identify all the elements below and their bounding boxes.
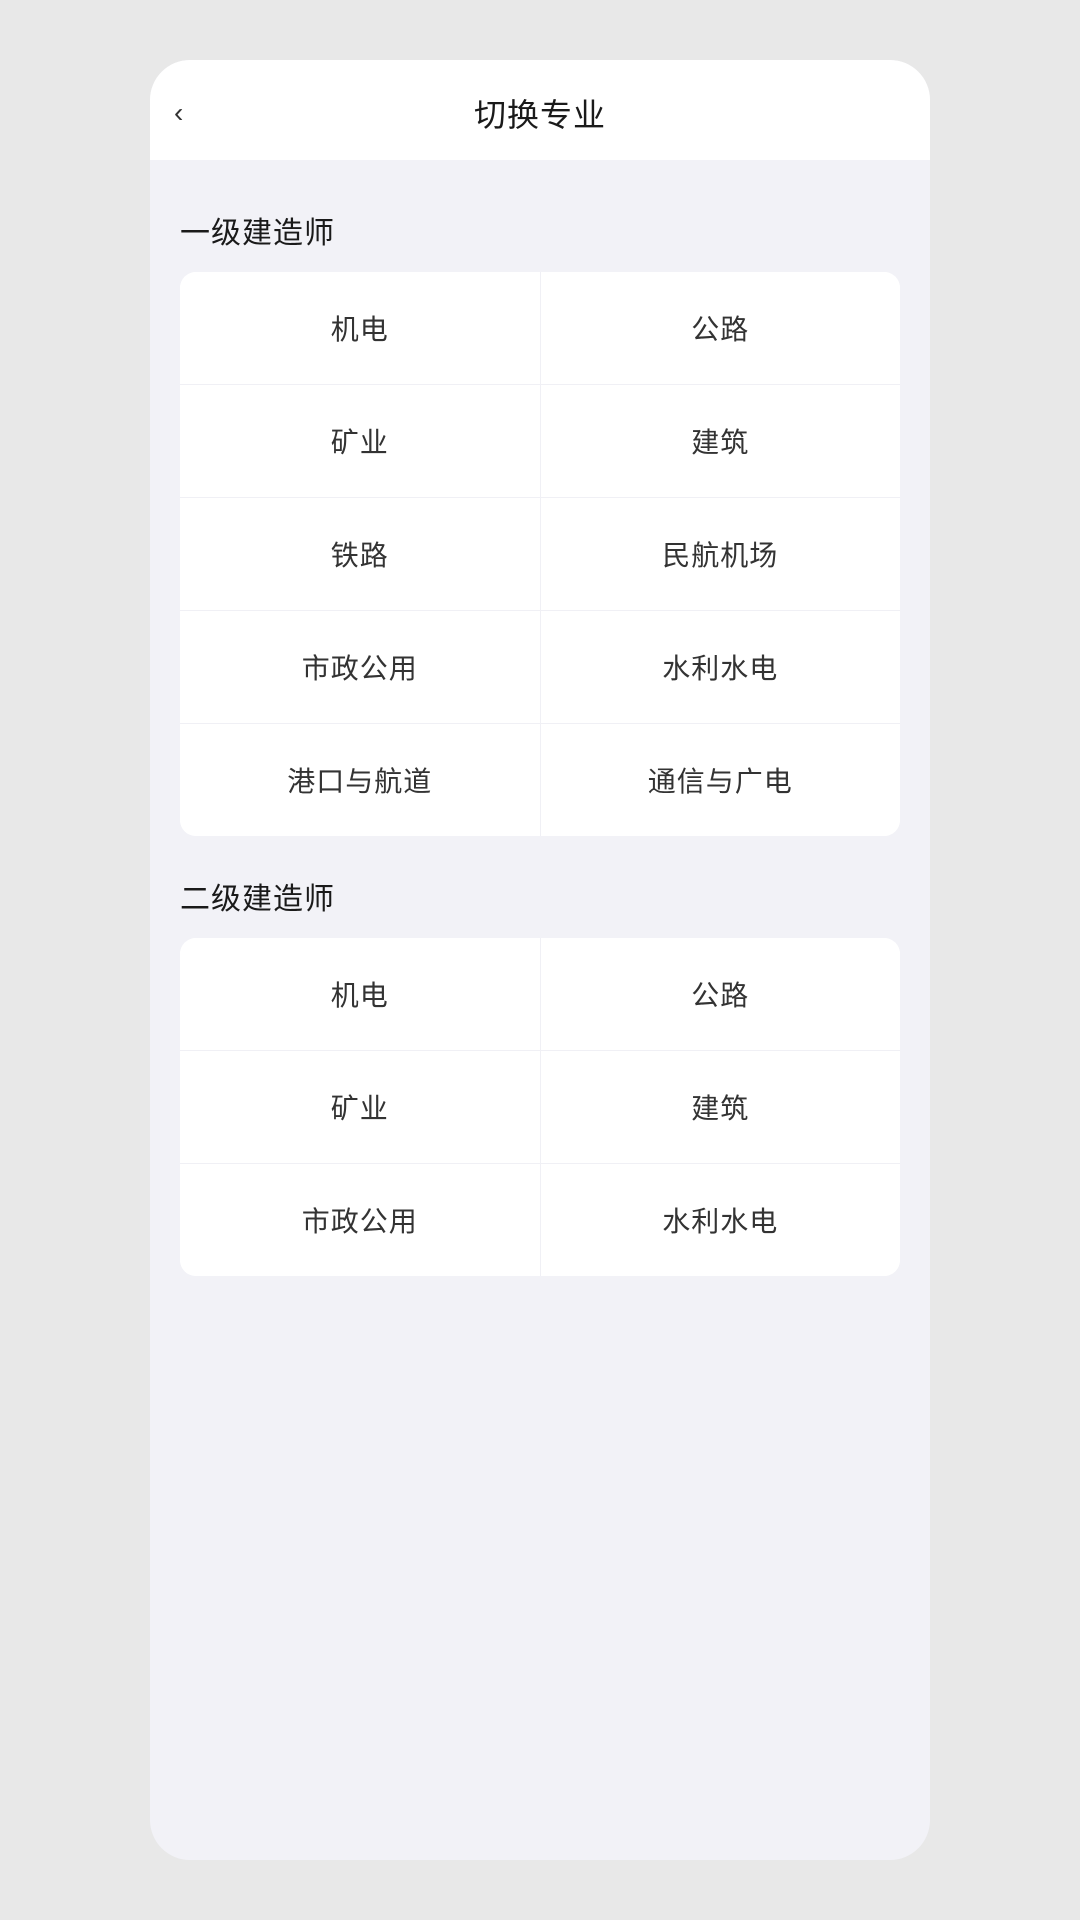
grid-row: 矿业建筑 bbox=[180, 385, 900, 498]
grid-row: 矿业建筑 bbox=[180, 1051, 900, 1164]
grid-item[interactable]: 机电 bbox=[180, 938, 541, 1050]
grid-row: 铁路民航机场 bbox=[180, 498, 900, 611]
grid-item[interactable]: 矿业 bbox=[180, 1051, 541, 1163]
grid-item[interactable]: 铁路 bbox=[180, 498, 541, 610]
page: ‹ 切换专业 一级建造师机电公路矿业建筑铁路民航机场市政公用水利水电港口与航道通… bbox=[150, 60, 930, 1860]
content: 一级建造师机电公路矿业建筑铁路民航机场市政公用水利水电港口与航道通信与广电二级建… bbox=[150, 160, 930, 1306]
grid-row: 机电公路 bbox=[180, 938, 900, 1051]
grid-row: 市政公用水利水电 bbox=[180, 1164, 900, 1276]
grid-item[interactable]: 市政公用 bbox=[180, 1164, 541, 1276]
grid-item[interactable]: 民航机场 bbox=[541, 498, 901, 610]
section-level1: 一级建造师机电公路矿业建筑铁路民航机场市政公用水利水电港口与航道通信与广电 bbox=[180, 180, 900, 836]
section-title-level1: 一级建造师 bbox=[180, 180, 900, 272]
grid-item[interactable]: 通信与广电 bbox=[541, 724, 901, 836]
section-level2: 二级建造师机电公路矿业建筑市政公用水利水电 bbox=[180, 846, 900, 1276]
grid-item[interactable]: 港口与航道 bbox=[180, 724, 541, 836]
grid-item[interactable]: 建筑 bbox=[541, 385, 901, 497]
grid-item[interactable]: 水利水电 bbox=[541, 611, 901, 723]
grid-item[interactable]: 市政公用 bbox=[180, 611, 541, 723]
grid-row: 机电公路 bbox=[180, 272, 900, 385]
back-button[interactable]: ‹ bbox=[174, 99, 183, 127]
grid-level2: 机电公路矿业建筑市政公用水利水电 bbox=[180, 938, 900, 1276]
grid-item[interactable]: 水利水电 bbox=[541, 1164, 901, 1276]
grid-item[interactable]: 矿业 bbox=[180, 385, 541, 497]
grid-item[interactable]: 公路 bbox=[541, 272, 901, 384]
grid-item[interactable]: 建筑 bbox=[541, 1051, 901, 1163]
grid-item[interactable]: 公路 bbox=[541, 938, 901, 1050]
phone-container: ‹ 切换专业 一级建造师机电公路矿业建筑铁路民航机场市政公用水利水电港口与航道通… bbox=[150, 60, 930, 1860]
grid-item[interactable]: 机电 bbox=[180, 272, 541, 384]
section-title-level2: 二级建造师 bbox=[180, 846, 900, 938]
header: ‹ 切换专业 bbox=[150, 60, 930, 160]
grid-row: 市政公用水利水电 bbox=[180, 611, 900, 724]
page-title: 切换专业 bbox=[474, 90, 606, 136]
grid-level1: 机电公路矿业建筑铁路民航机场市政公用水利水电港口与航道通信与广电 bbox=[180, 272, 900, 836]
grid-row: 港口与航道通信与广电 bbox=[180, 724, 900, 836]
